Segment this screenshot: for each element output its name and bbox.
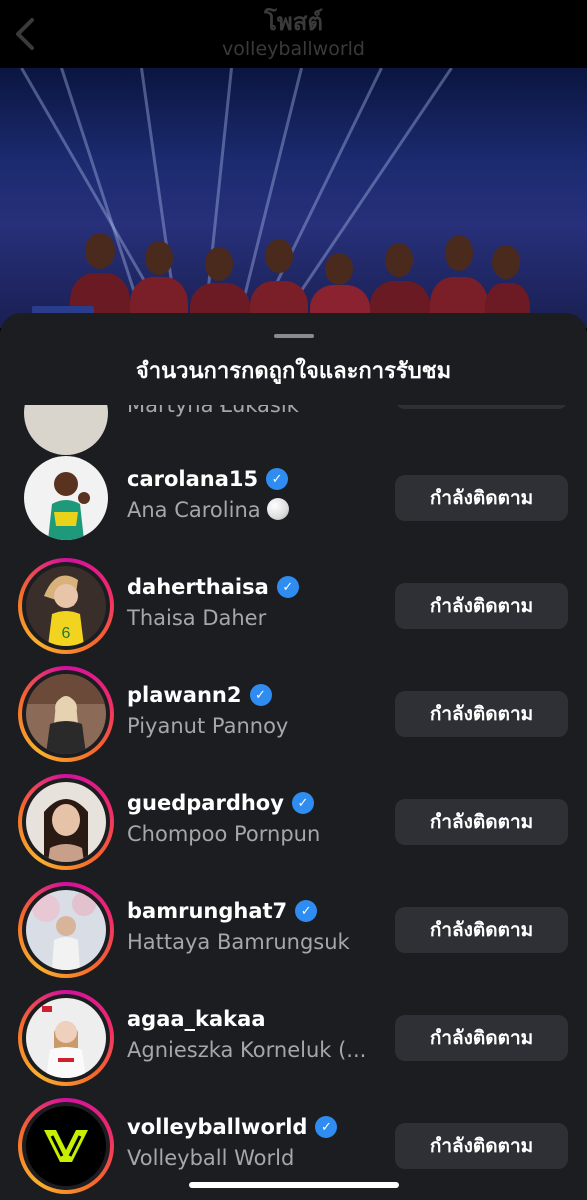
- likes-sheet: Martyna Łukasik จำนวนการกดถูกใจและการรับ…: [0, 313, 587, 1200]
- following-button[interactable]: กำลังติดตาม: [395, 583, 568, 629]
- list-item[interactable]: carolana15 ✓ Ana Carolina กำลังติดตาม: [0, 450, 587, 550]
- user-fullname: Ana Carolina: [127, 498, 289, 522]
- following-button[interactable]: กำลังติดตาม: [395, 907, 568, 953]
- profile-photo: [32, 892, 96, 970]
- user-fullname: Piyanut Pannoy: [127, 714, 289, 738]
- post-image[interactable]: [0, 68, 587, 328]
- verified-badge-icon: ✓: [266, 468, 289, 490]
- following-button[interactable]: กำลังติดตาม: [395, 1123, 568, 1169]
- page-subtitle: volleyballworld: [222, 38, 365, 60]
- verified-badge-icon: ✓: [295, 900, 318, 922]
- avatar[interactable]: [18, 774, 114, 870]
- avatar[interactable]: [18, 450, 114, 546]
- verified-badge-icon: ✓: [291, 792, 314, 814]
- top-navigation-bar: โพสต์ volleyballworld: [0, 0, 587, 68]
- following-button[interactable]: กำลังติดตาม: [395, 691, 568, 737]
- sheet-header: จำนวนการกดถูกใจและการรับชม: [0, 313, 587, 405]
- verified-badge-icon: ✓: [315, 1116, 338, 1138]
- avatar[interactable]: [18, 1098, 114, 1194]
- avatar[interactable]: 6: [18, 558, 114, 654]
- list-item[interactable]: bamrunghat7 ✓ Hattaya Bamrungsuk กำลังติ…: [0, 882, 587, 982]
- user-fullname: Thaisa Daher: [127, 606, 267, 630]
- user-fullname: Agnieszka Korneluk (...: [127, 1038, 367, 1062]
- avatar[interactable]: [18, 990, 114, 1086]
- drag-handle[interactable]: [274, 334, 314, 338]
- list-item[interactable]: guedpardhoy ✓ Chompoo Pornpun กำลังติดตา…: [0, 774, 587, 874]
- verified-badge-icon: ✓: [249, 684, 272, 706]
- user-fullname: Volleyball World: [127, 1146, 295, 1170]
- list-item[interactable]: agaa_kakaa Agnieszka Korneluk (... กำลัง…: [0, 990, 587, 1090]
- avatar[interactable]: [18, 882, 114, 978]
- username[interactable]: volleyballworld: [127, 1115, 307, 1139]
- user-fullname: Hattaya Bamrungsuk: [127, 930, 350, 954]
- username[interactable]: daherthaisa: [127, 575, 269, 599]
- verified-badge-icon: ✓: [276, 576, 299, 598]
- profile-photo: [48, 472, 90, 540]
- volleyball-icon: [266, 498, 289, 520]
- profile-photo: 6: [44, 575, 84, 646]
- user-fullname: Chompoo Pornpun: [127, 822, 321, 846]
- username[interactable]: carolana15: [127, 467, 258, 491]
- svg-text:6: 6: [62, 625, 71, 642]
- volleyball-world-logo-icon: [44, 1130, 88, 1162]
- username[interactable]: guedpardhoy: [127, 791, 284, 815]
- following-button[interactable]: กำลังติดตาม: [395, 1015, 568, 1061]
- profile-photo: [26, 674, 106, 754]
- username[interactable]: agaa_kakaa: [127, 1007, 266, 1031]
- profile-photo: [42, 1006, 86, 1078]
- sheet-title: จำนวนการกดถูกใจและการรับชม: [135, 359, 452, 384]
- following-button[interactable]: กำลังติดตาม: [395, 799, 568, 845]
- home-indicator[interactable]: [189, 1182, 399, 1188]
- profile-photo: [44, 799, 88, 862]
- list-item[interactable]: 6 daherthaisa ✓ Thaisa Daher กำลังติดตาม: [0, 558, 587, 658]
- following-button[interactable]: กำลังติดตาม: [395, 475, 568, 521]
- username[interactable]: bamrunghat7: [127, 899, 287, 923]
- list-item[interactable]: plawann2 ✓ Piyanut Pannoy กำลังติดตาม: [0, 666, 587, 766]
- avatar[interactable]: [18, 666, 114, 762]
- page-title: โพสต์: [264, 8, 323, 36]
- username[interactable]: plawann2: [127, 683, 242, 707]
